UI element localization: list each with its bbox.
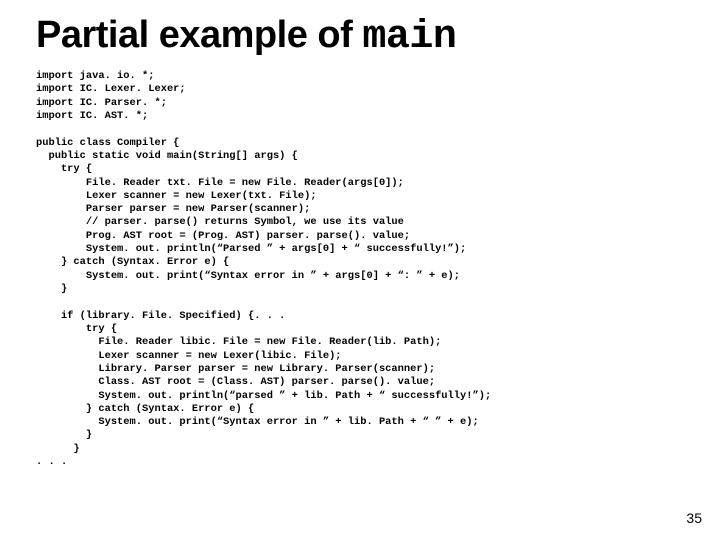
slide-title: Partial example of main [36, 14, 692, 60]
slide: Partial example of main import java. io.… [0, 0, 720, 540]
code-block: import java. io. *; import IC. Lexer. Le… [36, 70, 692, 469]
slide-number: 35 [686, 510, 702, 526]
title-code-word: main [362, 15, 456, 60]
title-text: Partial example of [36, 14, 362, 56]
